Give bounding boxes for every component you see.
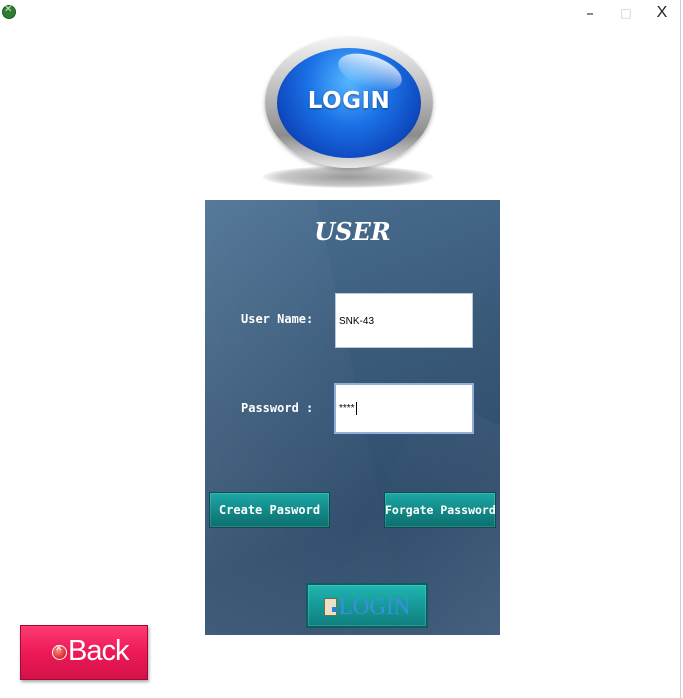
login-logo-badge: LOGIN <box>277 48 421 158</box>
logo-text: LOGIN <box>307 88 391 114</box>
document-icon <box>323 597 337 616</box>
username-label: User Name: <box>241 312 314 326</box>
password-value: **** <box>339 403 355 414</box>
back-button[interactable]: Back <box>20 625 148 680</box>
create-password-button[interactable]: Create Pasword <box>209 492 330 528</box>
back-button-label: Back <box>68 635 129 667</box>
password-input[interactable]: **** <box>334 383 474 434</box>
forgot-password-button[interactable]: Forgate Password <box>384 492 496 528</box>
window-border <box>680 0 681 698</box>
close-circle-icon <box>52 644 67 660</box>
panel-title: USER <box>314 217 391 246</box>
app-icon <box>2 4 16 19</box>
username-input[interactable]: SNK-43 <box>335 293 473 348</box>
close-button[interactable]: X <box>648 2 676 24</box>
login-panel: USER User Name: SNK-43 Password : **** C… <box>205 200 500 635</box>
password-label: Password : <box>241 401 314 415</box>
username-value: SNK-43 <box>339 316 375 327</box>
login-button-label: LOGIN <box>338 594 411 619</box>
minimize-button[interactable]: – <box>576 2 604 24</box>
text-caret <box>355 401 357 415</box>
maximize-button[interactable]: □ <box>612 2 640 24</box>
login-button[interactable]: LOGIN <box>306 583 428 628</box>
logo-shadow <box>263 166 433 188</box>
